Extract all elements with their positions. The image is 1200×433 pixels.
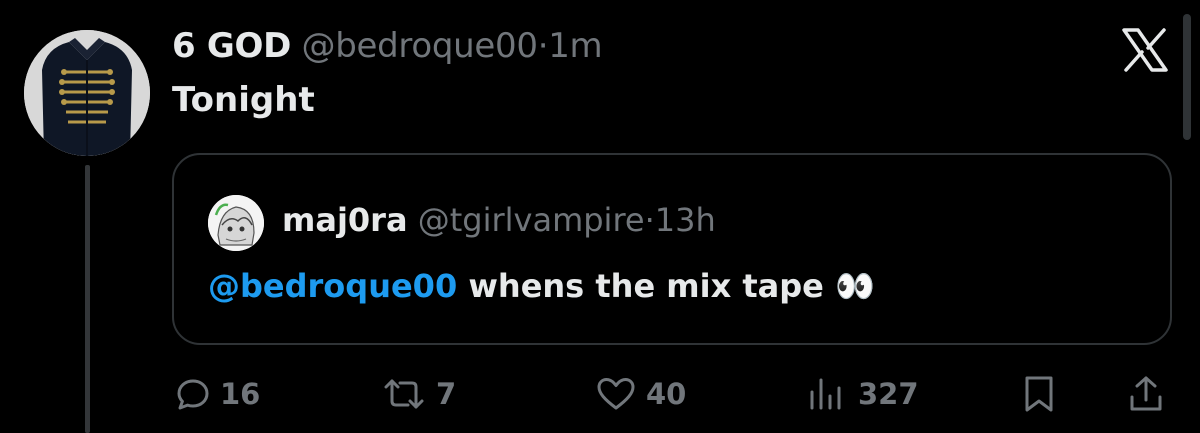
- share-icon: [1128, 375, 1164, 413]
- like-count: 40: [646, 377, 687, 411]
- quoted-tweet-card[interactable]: maj0ra @tgirlvampire·13h @bedroque00 whe…: [172, 153, 1172, 345]
- views-count: 327: [858, 377, 919, 411]
- eyes-emoji: 👀: [835, 267, 875, 305]
- views-icon: [808, 376, 848, 412]
- quoted-separator-dot: ·: [644, 201, 655, 239]
- retweet-icon: [382, 377, 426, 411]
- author-avatar[interactable]: [24, 30, 150, 156]
- bookmark-button[interactable]: [1022, 372, 1056, 416]
- quoted-author-display-name[interactable]: maj0ra: [282, 201, 408, 239]
- reply-icon: [176, 377, 210, 411]
- scrollbar[interactable]: [1183, 14, 1191, 140]
- like-icon: [596, 377, 636, 411]
- views-button[interactable]: 327: [808, 372, 919, 416]
- separator-dot: ·: [537, 26, 549, 66]
- retweet-button[interactable]: 7: [382, 372, 456, 416]
- like-button[interactable]: 40: [596, 372, 686, 416]
- reply-button[interactable]: 16: [176, 372, 260, 416]
- author-handle[interactable]: @bedroque00: [302, 26, 538, 66]
- tweet-timestamp[interactable]: 1m: [548, 26, 602, 66]
- reply-count: 16: [220, 377, 261, 411]
- quoted-tweet-text: @bedroque00 whens the mix tape 👀: [208, 265, 875, 307]
- retweet-count: 7: [436, 377, 457, 411]
- quoted-author-handle[interactable]: @tgirlvampire: [418, 201, 645, 239]
- x-logo-icon[interactable]: [1120, 28, 1170, 72]
- quoted-tweet-header: maj0ra @tgirlvampire·13h: [282, 199, 716, 241]
- bookmark-icon: [1022, 375, 1056, 413]
- quoted-tweet-timestamp[interactable]: 13h: [655, 201, 716, 239]
- quoted-author-avatar[interactable]: [208, 195, 264, 251]
- quoted-tweet-body: whens the mix tape: [468, 267, 824, 305]
- mention-link[interactable]: @bedroque00: [208, 267, 457, 305]
- thread-line: [85, 165, 90, 433]
- tweet-header: 6 GOD @bedroque00·1m: [172, 24, 603, 68]
- share-button[interactable]: [1128, 372, 1164, 416]
- author-display-name[interactable]: 6 GOD: [172, 26, 291, 66]
- tweet-text: Tonight: [172, 80, 315, 120]
